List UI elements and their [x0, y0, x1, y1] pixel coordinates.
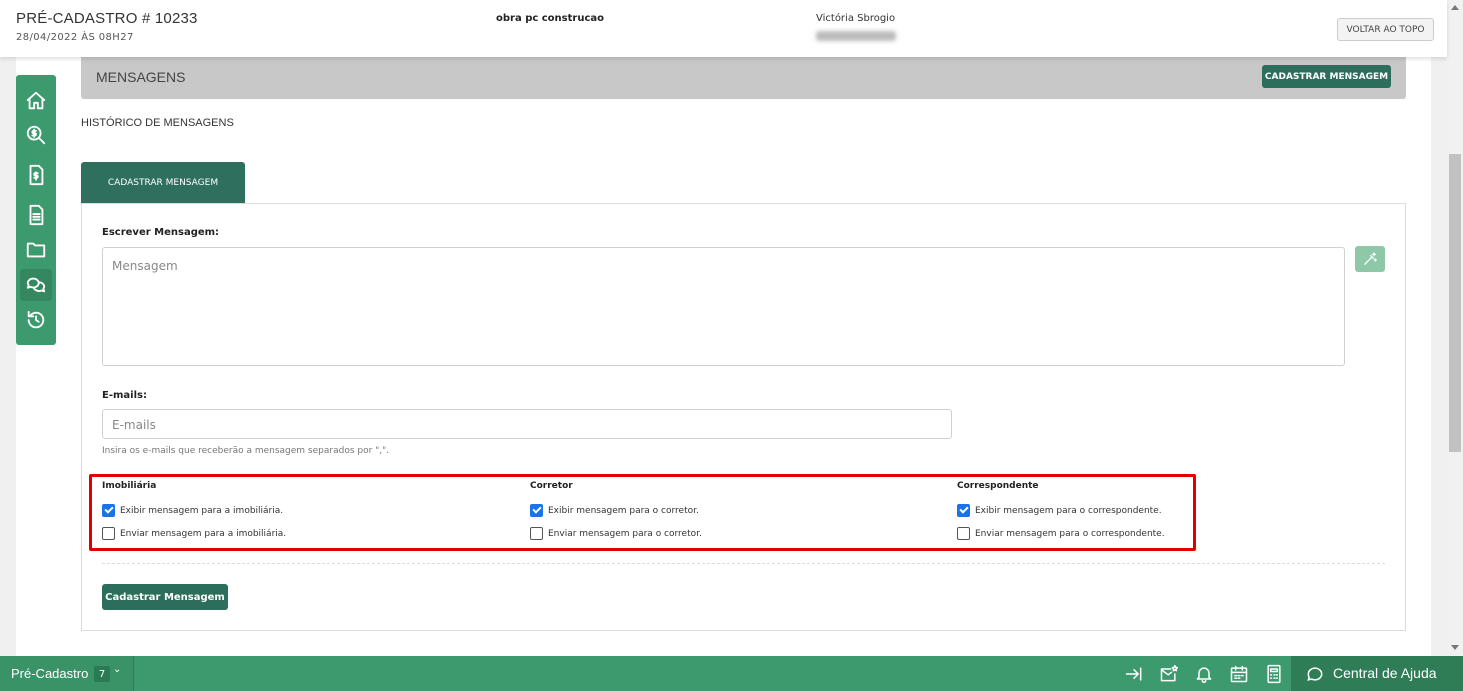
breadcrumb-count-badge: 7	[94, 666, 110, 682]
message-history-label[interactable]: HISTÓRICO DE MENSAGENS	[81, 117, 234, 129]
collapse-icon	[1125, 667, 1142, 681]
collapse-button[interactable]	[1123, 663, 1145, 685]
calculator-button[interactable]	[1263, 663, 1285, 685]
checkbox-label: Exibir mensagem para a imobiliária.	[120, 505, 284, 516]
nav-item-invoice[interactable]	[20, 159, 52, 191]
chevron-down-icon[interactable]: ⌄	[113, 664, 121, 675]
chat-help-icon	[1305, 664, 1325, 684]
checkbox-label: Enviar mensagem para o correspondente.	[975, 528, 1165, 539]
checkbox-show-correspondente[interactable]: Exibir mensagem para o correspondente.	[957, 504, 1162, 517]
emails-input[interactable]: E-mails	[102, 409, 952, 439]
scrollbar-thumb[interactable]	[1449, 154, 1461, 452]
magic-wand-icon	[1364, 252, 1377, 265]
checkbox-show-corretor[interactable]: Exibir mensagem para o corretor.	[530, 504, 699, 517]
register-message-button[interactable]: CADASTRAR MENSAGEM	[1262, 65, 1391, 88]
checkbox-label: Enviar mensagem para o corretor.	[548, 528, 702, 539]
page-date: 28/04/2022 ÀS 08H27	[16, 32, 134, 43]
checkbox-send-corretor[interactable]: Enviar mensagem para o corretor.	[530, 527, 702, 540]
nav-item-document[interactable]	[20, 199, 52, 231]
group-title-imobiliaria: Imobiliária	[102, 481, 157, 491]
emails-placeholder: E-mails	[112, 418, 156, 432]
nav-item-home[interactable]	[20, 85, 52, 117]
side-navigation	[16, 75, 56, 345]
help-center-button[interactable]: Central de Ajuda	[1291, 656, 1463, 691]
checkbox-label: Exibir mensagem para o corretor.	[548, 505, 699, 516]
user-name: Victória Sbrogio	[816, 13, 896, 24]
submit-message-button[interactable]: Cadastrar Mensagem	[102, 584, 228, 610]
blurred-user-info	[816, 31, 896, 41]
calendar-icon	[1230, 665, 1248, 683]
messages-header: MENSAGENS CADASTRAR MENSAGEM	[81, 57, 1406, 99]
calendar-button[interactable]	[1228, 663, 1250, 685]
document-icon	[29, 204, 44, 226]
message-label: Escrever Mensagem:	[102, 227, 220, 238]
mail-star-icon	[1160, 664, 1179, 682]
tab-register-message[interactable]: CADASTRAR MENSAGEM	[81, 162, 245, 203]
home-icon	[26, 91, 46, 110]
bell-icon	[1196, 667, 1212, 684]
checkbox-checked[interactable]	[102, 504, 115, 517]
checkbox-label: Enviar mensagem para a imobiliária.	[120, 528, 287, 539]
project-name: obra pc construcao	[496, 13, 605, 24]
nav-item-search-money[interactable]	[20, 119, 52, 151]
checkbox-checked[interactable]	[530, 504, 543, 517]
breadcrumb[interactable]: Pré-Cadastro 7 ⌄	[0, 656, 134, 691]
notifications-button[interactable]	[1193, 663, 1215, 685]
messages-icon	[26, 277, 46, 293]
calculator-icon	[1267, 664, 1281, 684]
group-title-corretor: Corretor	[530, 481, 573, 491]
checkbox-send-imobiliaria[interactable]: Enviar mensagem para a imobiliária.	[102, 527, 286, 540]
emails-hint: Insira os e-mails que receberão a mensag…	[102, 446, 390, 456]
checkbox-label: Exibir mensagem para o correspondente.	[975, 505, 1162, 516]
form-divider	[102, 563, 1385, 564]
invoice-icon	[29, 164, 44, 186]
group-title-correspondente: Correspondente	[957, 481, 1039, 491]
magic-wand-button[interactable]	[1355, 246, 1385, 272]
folder-icon	[26, 242, 46, 258]
top-header: PRÉ-CADASTRO # 10233 28/04/2022 ÀS 08H27…	[0, 0, 1447, 57]
emails-label: E-mails:	[102, 390, 147, 401]
checkbox-unchecked[interactable]	[957, 527, 970, 540]
message-textarea[interactable]: Mensagem	[102, 247, 1345, 366]
message-placeholder: Mensagem	[112, 259, 178, 273]
bottom-bar: Pré-Cadastro 7 ⌄ Central de Ajuda	[0, 656, 1463, 691]
nav-item-folder[interactable]	[20, 234, 52, 266]
help-center-label: Central de Ajuda	[1333, 665, 1437, 681]
messages-title: MENSAGENS	[96, 69, 186, 85]
breadcrumb-label: Pré-Cadastro	[11, 666, 89, 681]
scroll-up-icon[interactable]	[1451, 5, 1459, 10]
search-money-icon	[26, 125, 46, 145]
checkbox-checked[interactable]	[957, 504, 970, 517]
scroll-down-icon[interactable]	[1451, 645, 1459, 650]
checkbox-unchecked[interactable]	[102, 527, 115, 540]
checkbox-unchecked[interactable]	[530, 527, 543, 540]
history-icon	[27, 310, 45, 329]
back-to-top-button[interactable]: VOLTAR AO TOPO	[1337, 18, 1434, 41]
nav-item-messages[interactable]	[20, 269, 52, 301]
checkbox-show-imobiliaria[interactable]: Exibir mensagem para a imobiliária.	[102, 504, 283, 517]
checkbox-send-correspondente[interactable]: Enviar mensagem para o correspondente.	[957, 527, 1165, 540]
mail-star-button[interactable]	[1158, 663, 1180, 685]
nav-item-history[interactable]	[20, 304, 52, 336]
page-title: PRÉ-CADASTRO # 10233	[16, 10, 198, 27]
